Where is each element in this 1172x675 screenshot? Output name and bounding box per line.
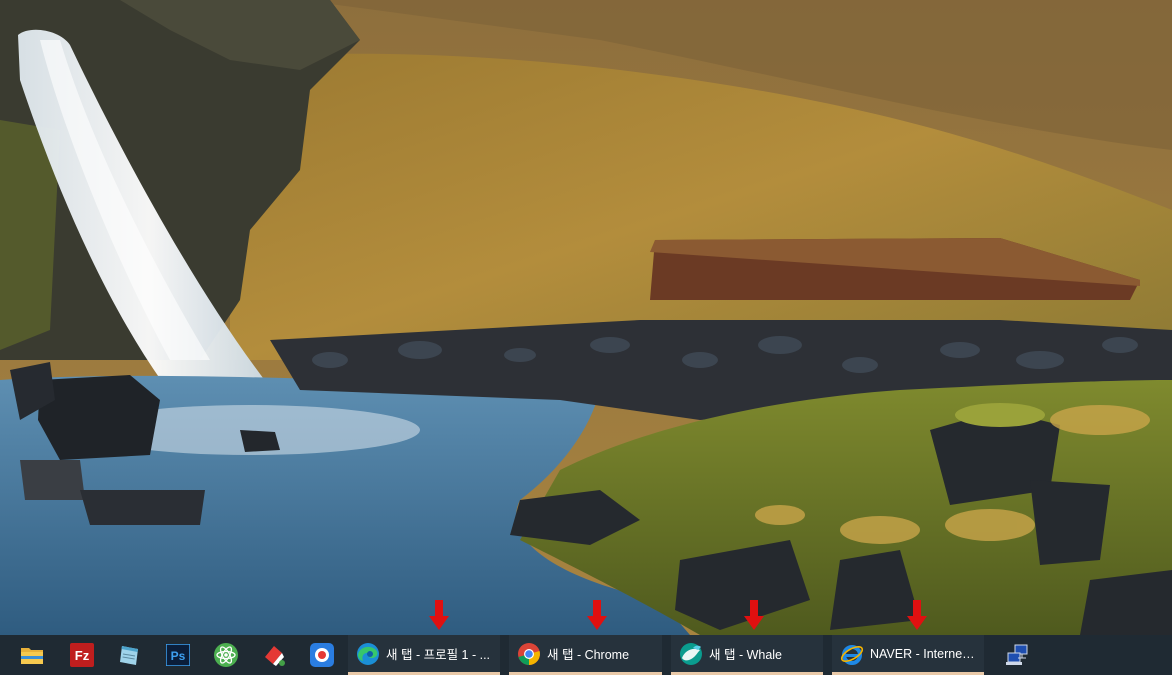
photoshop-icon: Ps	[166, 644, 190, 666]
notepad-icon	[120, 646, 138, 665]
pen-app-button[interactable]	[250, 635, 298, 675]
red-arrow-annotation	[744, 600, 764, 630]
tray-network-button[interactable]	[998, 635, 1038, 675]
notepad-button[interactable]	[106, 635, 154, 675]
taskbar-app-label: 새 탭 - 프로필 1 - ...	[386, 648, 491, 662]
edge-icon	[356, 642, 380, 666]
filezilla-button[interactable]: Fz	[58, 635, 106, 675]
pen-app-icon	[265, 646, 285, 666]
svg-text:Ps: Ps	[171, 649, 186, 663]
svg-text:Fz: Fz	[75, 648, 90, 663]
record-app-icon	[310, 643, 334, 667]
taskbar-app-edge[interactable]: 새 탭 - 프로필 1 - ...	[348, 635, 500, 675]
desktop-wallpaper	[0, 0, 1172, 635]
filezilla-icon: Fz	[70, 643, 94, 667]
photoshop-button[interactable]: Ps	[154, 635, 202, 675]
taskbar-app-label: 새 탭 - Whale	[709, 648, 783, 662]
network-icon	[1006, 644, 1028, 665]
taskbar: Fz Ps 새 탭 - 프로필 1 - ... 새 탭 - Chrome 새 탭…	[0, 635, 1172, 675]
taskbar-app-whale[interactable]: 새 탭 - Whale	[671, 635, 823, 675]
atom-icon	[214, 643, 238, 667]
internet-explorer-icon	[840, 642, 864, 666]
file-explorer-icon	[21, 648, 43, 664]
chrome-icon	[517, 642, 541, 666]
taskbar-app-label: NAVER - Internet E...	[870, 646, 976, 661]
red-arrow-annotation	[907, 600, 927, 630]
red-arrow-annotation	[587, 600, 607, 630]
file-explorer-button[interactable]	[6, 635, 58, 675]
taskbar-app-internet-explorer[interactable]: NAVER - Internet E...	[832, 635, 984, 675]
taskbar-app-label: 새 탭 - Chrome	[547, 648, 630, 662]
atom-button[interactable]	[202, 635, 250, 675]
taskbar-app-chrome[interactable]: 새 탭 - Chrome	[509, 635, 662, 675]
whale-icon	[679, 642, 703, 666]
waterfall-landscape-image	[0, 0, 1172, 635]
record-app-button[interactable]	[298, 635, 346, 675]
red-arrow-annotation	[429, 600, 449, 630]
